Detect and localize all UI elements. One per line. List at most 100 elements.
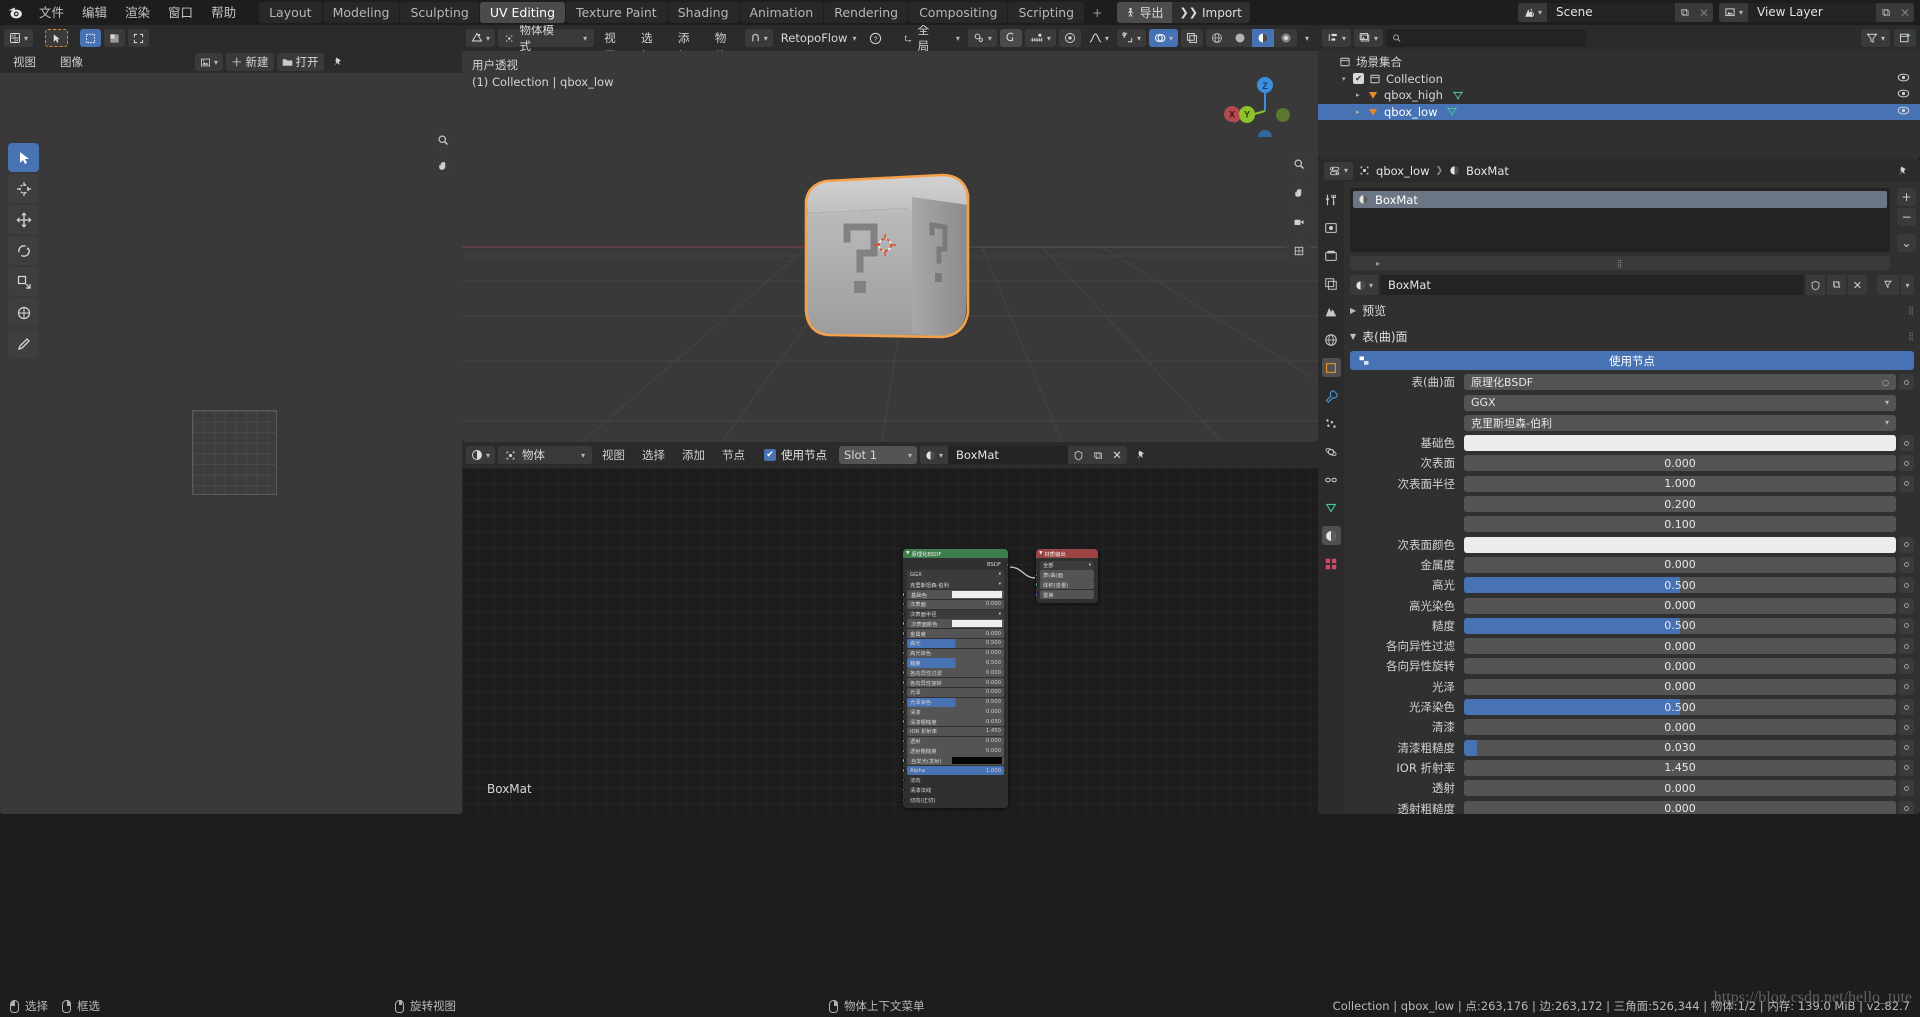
property-value[interactable] <box>1464 435 1896 452</box>
property-value[interactable]: 0.000 <box>1464 780 1896 797</box>
workspace-tab-layout[interactable]: Layout <box>259 2 322 23</box>
node-input-row[interactable]: 光泽染色 0.500 <box>903 697 1004 707</box>
node-input-row[interactable]: 各向异性过滤 0.000 <box>903 668 1004 678</box>
node-input-row[interactable]: IOR 折射率 1.450 <box>903 726 1004 737</box>
animate-property-button[interactable] <box>1899 577 1914 594</box>
node-canvas[interactable]: ▼ 原理化BSDF BSDF GGX ▾ 克里斯坦森-伯利 ▾ 基础色 次表面 0.000 次表面半… <box>462 468 1318 814</box>
retopoflow-menu[interactable]: RetopoFlow ▾ <box>776 29 862 47</box>
scene-tab[interactable] <box>1322 302 1341 321</box>
node-socket[interactable] <box>903 797 905 802</box>
node-input-row[interactable]: 次表面颜色 <box>903 619 1004 629</box>
color-swatch[interactable] <box>951 620 1002 628</box>
modifier-tab[interactable] <box>1322 386 1341 405</box>
annotate-tool-icon[interactable] <box>8 329 39 358</box>
close-icon[interactable]: ✕ <box>1848 275 1867 295</box>
material-icon[interactable]: ▾ <box>1350 275 1379 295</box>
shading-options-dropdown[interactable]: ▾ <box>1300 29 1314 47</box>
scale-tool-icon[interactable] <box>8 267 39 296</box>
scene-selector[interactable]: ▾ Scene ⧉ ✕ <box>1517 3 1713 22</box>
add-workspace-button[interactable]: + <box>1085 2 1109 23</box>
workspace-tab-animation[interactable]: Animation <box>739 2 824 23</box>
workspace-tab-compositing[interactable]: Compositing <box>909 2 1008 23</box>
snap-target-dropdown[interactable]: ▾ <box>744 29 773 47</box>
material-icon[interactable]: ▾ <box>920 446 949 464</box>
zoom-icon[interactable] <box>432 129 454 151</box>
visibility-checkbox[interactable]: ✔ <box>1353 73 1364 85</box>
node-socket[interactable] <box>903 611 905 617</box>
view-layer-icon[interactable]: ▾ <box>1718 3 1748 22</box>
material-slot-list[interactable]: BoxMat <box>1350 188 1890 252</box>
pivot-point-dropdown[interactable]: ▾ <box>967 29 997 47</box>
node-socket[interactable] <box>1036 592 1038 597</box>
data-tab[interactable] <box>1322 498 1341 517</box>
close-icon[interactable]: ✕ <box>1107 446 1127 464</box>
node-socket[interactable] <box>903 719 905 724</box>
outliner-row-qbox_low[interactable]: ▸ qbox_low <box>1318 103 1920 120</box>
expand-arrow-icon[interactable]: ▾ <box>1342 75 1353 83</box>
shader-menu-node[interactable]: 节点 <box>715 446 752 464</box>
uv-menu-image[interactable]: 图像 <box>53 53 90 71</box>
slot-selector[interactable]: Slot 1 ▾ <box>839 446 918 464</box>
node-input-row[interactable]: 体积(音量) <box>1036 580 1094 590</box>
color-swatch[interactable] <box>951 590 1002 599</box>
fake-user-icon[interactable] <box>1806 275 1825 295</box>
node-socket[interactable] <box>903 680 905 685</box>
node-socket[interactable] <box>903 748 905 754</box>
node-input-row[interactable]: 切向(正切) <box>903 795 1004 804</box>
animate-property-button[interactable] <box>1899 455 1914 472</box>
node-socket[interactable] <box>903 631 905 636</box>
uv-canvas[interactable] <box>0 73 462 814</box>
node-input-row[interactable]: 透射 0.000 <box>903 736 1004 746</box>
node-input-row[interactable]: 高光 0.500 <box>903 638 1004 649</box>
material-slot-item[interactable]: BoxMat <box>1353 191 1887 208</box>
top-menu-4[interactable]: 帮助 <box>202 0 245 25</box>
tweak-cursor-icon[interactable] <box>45 29 69 47</box>
camera-view-icon[interactable] <box>1286 209 1311 234</box>
gizmo-y-axis[interactable]: Y <box>1238 105 1256 127</box>
fake-user-icon[interactable] <box>1068 446 1090 464</box>
node-input-row[interactable]: Alpha 1.000 <box>903 766 1004 776</box>
mesh-data-icon[interactable] <box>1446 106 1458 117</box>
visibility-eye-icon[interactable] <box>1897 88 1910 102</box>
node-input-row[interactable]: 光泽 0.000 <box>903 687 1004 697</box>
ortho-toggle-icon[interactable] <box>1286 238 1311 263</box>
mesh-data-icon[interactable] <box>1452 90 1464 101</box>
transform-orientation[interactable]: 全局 ▾ <box>899 25 965 53</box>
blender-logo-icon[interactable] <box>0 0 30 25</box>
property-value[interactable]: 原理化BSDF ○ <box>1464 374 1896 391</box>
use-nodes-button[interactable]: 使用节点 <box>1350 351 1914 370</box>
copy-icon[interactable]: ⧉ <box>1089 446 1108 464</box>
property-value[interactable]: 1.450 <box>1464 759 1896 776</box>
viewlayer-name-field[interactable]: View Layer <box>1748 3 1876 22</box>
id-type-icon[interactable]: ▾ <box>1354 29 1384 47</box>
node-input-row[interactable]: 透射粗糙度 0.000 <box>903 746 1004 756</box>
expand-arrow-icon[interactable]: ▸ <box>1356 91 1367 99</box>
node-input-row[interactable]: 置换 <box>1036 589 1094 600</box>
proportional-edit-toggle[interactable] <box>1058 29 1081 47</box>
node-socket[interactable] <box>903 689 905 695</box>
pan-hand-icon[interactable] <box>1286 180 1311 205</box>
pan-hand-icon[interactable] <box>432 155 454 177</box>
animate-property-button[interactable] <box>1899 556 1914 573</box>
property-value[interactable]: 0.500 <box>1464 577 1896 594</box>
transform-tool-icon[interactable] <box>8 298 39 327</box>
workspace-tab-rendering[interactable]: Rendering <box>824 2 909 23</box>
node-socket[interactable] <box>1006 562 1008 568</box>
property-value[interactable]: 1.000 <box>1464 475 1896 492</box>
wireframe-icon[interactable] <box>1206 29 1228 47</box>
shader-type-selector[interactable]: 物体 ▾ <box>498 446 593 464</box>
physics-tab[interactable] <box>1322 442 1341 461</box>
object-tab[interactable] <box>1321 358 1341 377</box>
animate-property-button[interactable] <box>1899 800 1914 814</box>
properties-editor-type-icon[interactable]: ▾ <box>1324 161 1354 180</box>
move-tool-icon[interactable] <box>8 205 39 234</box>
principled-bsdf-node[interactable]: ▼ 原理化BSDF BSDF GGX ▾ 克里斯坦森-伯利 ▾ 基础色 次表面 0.000 次表面半… <box>903 549 1008 809</box>
animate-property-button[interactable] <box>1899 739 1914 756</box>
node-socket[interactable] <box>903 729 905 734</box>
node-socket[interactable] <box>903 699 905 705</box>
node-socket[interactable] <box>903 768 905 773</box>
workspace-tab-sculpting[interactable]: Sculpting <box>400 2 479 23</box>
collapse-arrow-icon[interactable]: ▼ <box>1039 551 1042 556</box>
viewlayer-tab[interactable] <box>1322 274 1341 293</box>
node-input-row[interactable]: 金属度 0.000 <box>903 629 1004 639</box>
